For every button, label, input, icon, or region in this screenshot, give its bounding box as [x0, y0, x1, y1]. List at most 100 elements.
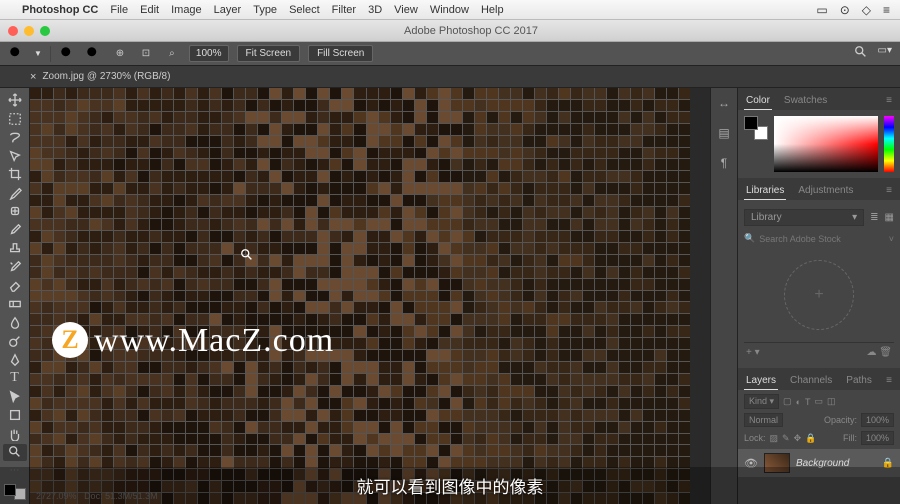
record-icon[interactable]: ⊙	[840, 3, 850, 17]
shape-tool[interactable]	[3, 407, 27, 424]
filter-smart-icon[interactable]: ◫	[827, 396, 836, 407]
stamp-tool[interactable]	[3, 240, 27, 257]
list-view-icon[interactable]: ≣	[870, 212, 878, 223]
trash-icon[interactable]: 🗑	[879, 347, 892, 358]
stock-search[interactable]: 🔍 Search Adobe Stock ˅	[744, 229, 894, 248]
brush-tool[interactable]	[3, 222, 27, 239]
options-bar: ▼ ⊕ ⊡ ⌕ 100% Fit Screen Fill Screen ▭▾	[0, 42, 900, 66]
menu-window[interactable]: Window	[430, 4, 469, 16]
character-panel-icon[interactable]: ¶	[721, 156, 727, 170]
eyedropper-tool[interactable]	[3, 185, 27, 202]
menu-image[interactable]: Image	[171, 4, 202, 16]
fill-screen-button[interactable]: Fill Screen	[308, 45, 373, 62]
lasso-tool[interactable]	[3, 129, 27, 146]
window-title: Adobe Photoshop CC 2017	[404, 25, 538, 37]
zoom-percent-field[interactable]: 100%	[189, 45, 229, 62]
zoom-out-icon[interactable]	[85, 45, 103, 63]
tab-color[interactable]: Color	[744, 92, 772, 110]
path-select-tool[interactable]	[3, 389, 27, 406]
zoom-all-icon[interactable]: ⊡	[137, 45, 155, 63]
canvas-area[interactable]: Z www.MacZ.com	[30, 88, 710, 504]
filter-pixel-icon[interactable]: ▢	[783, 396, 792, 407]
menu-filter[interactable]: Filter	[332, 4, 356, 16]
zoom-cursor-icon	[240, 248, 254, 262]
menu-3d[interactable]: 3D	[368, 4, 382, 16]
screen-icon[interactable]: ▭	[816, 3, 827, 17]
marquee-tool[interactable]	[3, 111, 27, 128]
resize-windows-icon[interactable]: ⊕	[111, 45, 129, 63]
tab-layers[interactable]: Layers	[744, 372, 778, 390]
dodge-tool[interactable]	[3, 333, 27, 350]
hue-slider[interactable]	[884, 116, 894, 172]
lock-transparent-icon[interactable]: ▨	[770, 433, 779, 444]
tab-paths[interactable]: Paths	[844, 372, 874, 390]
gradient-tool[interactable]	[3, 296, 27, 313]
tools-toolbar: T ⋯	[0, 88, 30, 504]
properties-panel-icon[interactable]: ▤	[718, 126, 729, 140]
app-name[interactable]: Photoshop CC	[22, 4, 98, 16]
fit-screen-button[interactable]: Fit Screen	[237, 45, 301, 62]
healing-tool[interactable]	[3, 203, 27, 220]
search-icon: 🔍	[744, 233, 755, 244]
search-placeholder: Search Adobe Stock	[759, 234, 841, 244]
crop-tool[interactable]	[3, 166, 27, 183]
library-drop-zone[interactable]: +	[784, 260, 854, 330]
document-tab-label[interactable]: Zoom.jpg @ 2730% (RGB/8)	[42, 71, 170, 82]
zoom-tool[interactable]	[3, 444, 27, 461]
filter-shape-icon[interactable]: ▭	[815, 396, 824, 407]
search-icon[interactable]	[854, 45, 868, 62]
workspace-switcher-icon[interactable]: ▭▾	[878, 45, 892, 62]
menu-extra-icon[interactable]: ≡	[883, 3, 890, 17]
opacity-field[interactable]: 100%	[861, 413, 894, 427]
dropdown-icon[interactable]: ▼	[34, 49, 42, 58]
color-picker-field[interactable]	[774, 116, 878, 172]
hand-tool[interactable]	[3, 426, 27, 443]
zoom-in-icon[interactable]	[59, 45, 77, 63]
tab-channels[interactable]: Channels	[788, 372, 834, 390]
panel-menu-icon[interactable]: ≡	[884, 372, 894, 390]
type-tool[interactable]: T	[3, 370, 27, 387]
scrubby-zoom-icon[interactable]: ⌕	[163, 45, 181, 63]
history-brush-tool[interactable]	[3, 259, 27, 276]
pen-tool[interactable]	[3, 351, 27, 368]
diamond-icon[interactable]: ◇	[862, 3, 871, 17]
grid-view-icon[interactable]: ▦	[885, 212, 894, 223]
move-tool[interactable]	[3, 92, 27, 109]
libraries-panel-tabs: Libraries Adjustments ≡	[738, 178, 900, 200]
blur-tool[interactable]	[3, 314, 27, 331]
panel-menu-icon[interactable]: ≡	[884, 92, 894, 110]
filter-type-icon[interactable]: T	[805, 397, 811, 407]
lock-paint-icon[interactable]: ✎	[782, 433, 790, 444]
color-panel-tabs: Color Swatches ≡	[738, 88, 900, 110]
menu-layer[interactable]: Layer	[214, 4, 242, 16]
menu-select[interactable]: Select	[289, 4, 320, 16]
minimize-window-button[interactable]	[24, 26, 34, 36]
close-tab-icon[interactable]: ×	[30, 71, 36, 83]
zoom-tool-icon[interactable]	[8, 45, 26, 63]
panel-menu-icon[interactable]: ≡	[884, 182, 894, 200]
menu-edit[interactable]: Edit	[140, 4, 159, 16]
cloud-icon[interactable]: ☁	[867, 347, 877, 358]
eraser-tool[interactable]	[3, 277, 27, 294]
history-panel-icon[interactable]: ↔	[718, 96, 730, 110]
filter-type-dropdown[interactable]: Kind ▾	[744, 394, 779, 409]
lock-position-icon[interactable]: ✥	[794, 433, 802, 444]
color-swatch[interactable]	[744, 116, 768, 140]
menu-view[interactable]: View	[394, 4, 418, 16]
maximize-window-button[interactable]	[40, 26, 50, 36]
menu-type[interactable]: Type	[253, 4, 277, 16]
color-panel	[738, 110, 900, 178]
filter-adjust-icon[interactable]: ◐	[796, 397, 801, 407]
tab-adjustments[interactable]: Adjustments	[796, 182, 855, 200]
add-content-icon[interactable]: + ▾	[746, 347, 760, 358]
menu-help[interactable]: Help	[481, 4, 504, 16]
blend-mode-dropdown[interactable]: Normal	[744, 413, 783, 427]
tab-libraries[interactable]: Libraries	[744, 182, 786, 200]
lock-all-icon[interactable]: 🔒	[805, 433, 816, 444]
fill-field[interactable]: 100%	[861, 431, 894, 445]
close-window-button[interactable]	[8, 26, 18, 36]
menu-file[interactable]: File	[110, 4, 128, 16]
library-dropdown[interactable]: Library▾	[744, 209, 864, 226]
tab-swatches[interactable]: Swatches	[782, 92, 829, 110]
quick-select-tool[interactable]	[3, 148, 27, 165]
